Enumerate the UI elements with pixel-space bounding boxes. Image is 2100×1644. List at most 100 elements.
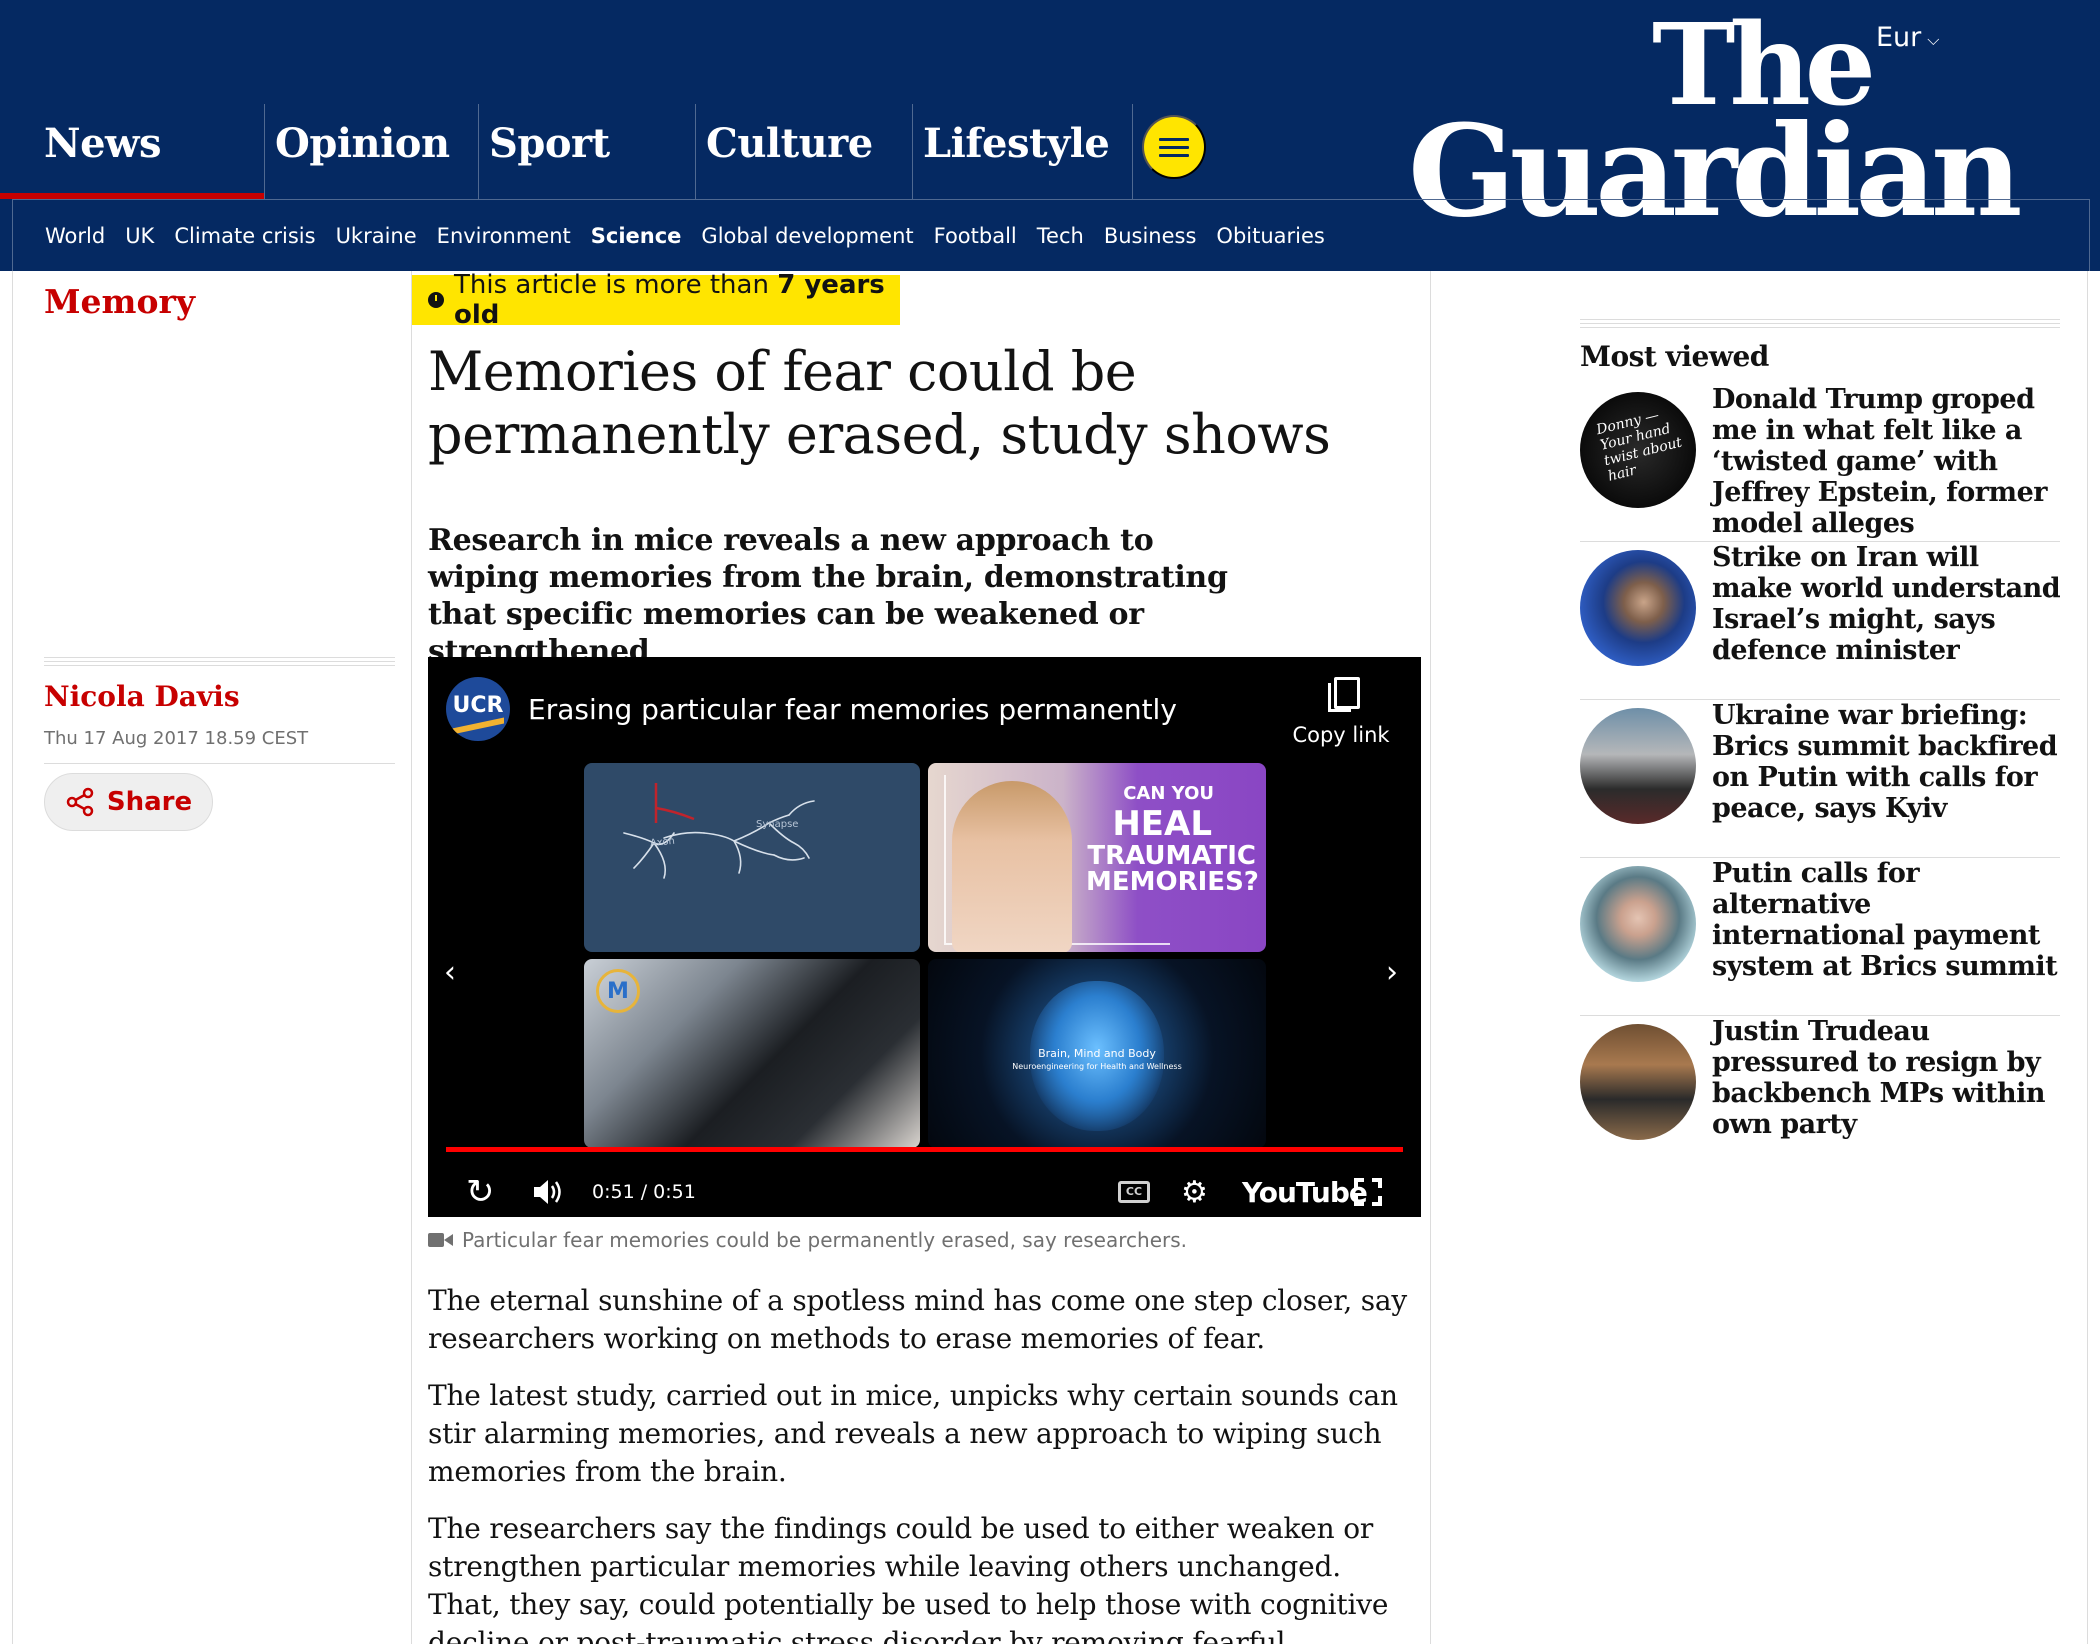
- subnav-climate-crisis[interactable]: Climate crisis: [174, 224, 315, 248]
- most-viewed-thumb: [1580, 866, 1696, 982]
- most-viewed-item[interactable]: Justin Trudeau pressured to resign by ba…: [1580, 1016, 2060, 1174]
- channel-badge: UCR: [452, 692, 504, 718]
- column-rule: [1430, 271, 1431, 1644]
- most-viewed-headline: Justin Trudeau pressured to resign by ba…: [1712, 1016, 2045, 1140]
- pillar-news-label: News: [44, 120, 161, 167]
- pillar-culture[interactable]: Culture: [696, 104, 913, 199]
- article-body: The eternal sunshine of a spotless mind …: [428, 1282, 1418, 1644]
- age-notice-text: This article is more than 7 years old: [454, 270, 900, 330]
- channel-avatar[interactable]: UCR: [446, 677, 510, 741]
- column-rule: [12, 271, 13, 1644]
- body-paragraph: The eternal sunshine of a spotless mind …: [428, 1284, 1408, 1355]
- pillar-nav: News Opinion Sport Culture Lifestyle: [0, 104, 1133, 199]
- most-viewed-thumb: Donny — Your hand twist about hair: [1580, 392, 1696, 508]
- thumb-line-3: TRAUMATIC MEMORIES?: [1086, 841, 1259, 897]
- most-viewed-thumb: [1580, 708, 1696, 824]
- body-paragraph: The latest study, carried out in mice, u…: [428, 1379, 1398, 1488]
- related-video-thumb[interactable]: Axon Synapse: [584, 763, 920, 952]
- chevron-right-icon[interactable]: ›: [1386, 955, 1398, 990]
- pillar-culture-label: Culture: [706, 120, 873, 167]
- section-tag-memory[interactable]: Memory: [44, 282, 195, 321]
- author-byline[interactable]: Nicola Davis: [44, 680, 240, 713]
- meta-divider: [44, 657, 395, 669]
- pillar-opinion-label: Opinion: [275, 120, 450, 167]
- chevron-left-icon[interactable]: ‹: [444, 955, 456, 990]
- thumb-overlay-text: CAN YOU HEAL TRAUMATIC MEMORIES?: [1086, 783, 1259, 897]
- fullscreen-icon[interactable]: [1354, 1167, 1382, 1217]
- most-viewed-list: Donny — Your hand twist about hair Donal…: [1580, 384, 2061, 1174]
- most-viewed-item[interactable]: Putin calls for alternative internationa…: [1580, 858, 2060, 1016]
- masthead: Eur ⌵ The Guardian News Opinion Sport Cu…: [0, 0, 2100, 271]
- share-button[interactable]: Share: [44, 773, 213, 831]
- sub-nav: World UK Climate crisis Ukraine Environm…: [12, 199, 2090, 271]
- most-viewed-headline: Donald Trump groped me in what felt like…: [1712, 384, 2048, 539]
- article-standfirst: Research in mice reveals a new approach …: [428, 523, 1228, 669]
- pillar-sport[interactable]: Sport: [479, 104, 696, 199]
- related-video-thumb[interactable]: M: [584, 959, 920, 1148]
- gear-icon[interactable]: ⚙: [1181, 1167, 1208, 1217]
- most-viewed-item[interactable]: Strike on Iran will make world understan…: [1580, 542, 2061, 700]
- share-icon: [66, 787, 94, 817]
- thumb-caption-line-1: Brain, Mind and Body: [1038, 1047, 1156, 1060]
- subnav-football[interactable]: Football: [934, 224, 1017, 248]
- menu-bar: [1159, 145, 1189, 149]
- publish-date: Thu 17 Aug 2017 18.59 CEST: [44, 728, 309, 749]
- cc-icon: CC: [1118, 1181, 1150, 1203]
- most-viewed-divider: [1580, 319, 2060, 331]
- subnav-environment[interactable]: Environment: [437, 224, 571, 248]
- most-viewed-thumb: [1580, 550, 1696, 666]
- copy-link-button[interactable]: Copy link: [1286, 677, 1396, 747]
- clock-icon: [428, 292, 444, 308]
- subnav-tech[interactable]: Tech: [1037, 224, 1084, 248]
- volume-icon[interactable]: [532, 1167, 564, 1217]
- speaker-svg: [534, 1180, 561, 1204]
- captions-button[interactable]: CC: [1118, 1167, 1150, 1217]
- subnav-global-development[interactable]: Global development: [701, 224, 913, 248]
- replay-icon[interactable]: ↻: [466, 1167, 495, 1217]
- thumb-channel-badge: M: [596, 969, 640, 1013]
- most-viewed-item[interactable]: Ukraine war briefing: Brics summit backf…: [1580, 700, 2060, 858]
- subnav-obituaries[interactable]: Obituaries: [1216, 224, 1324, 248]
- subnav-world[interactable]: World: [45, 224, 105, 248]
- related-video-thumb[interactable]: Brain, Mind and Body Neuroengineering fo…: [928, 959, 1266, 1148]
- player-controls: ↻ 0:51 / 0:51 CC ⚙ YouTube: [428, 1167, 1421, 1217]
- menu-button[interactable]: [1142, 115, 1206, 179]
- most-viewed-item[interactable]: Donny — Your hand twist about hair Donal…: [1580, 384, 2060, 542]
- menu-bar: [1159, 153, 1189, 157]
- video-player[interactable]: UCR Erasing particular fear memories per…: [428, 657, 1421, 1217]
- subnav-science[interactable]: Science: [591, 224, 682, 248]
- article-headline: Memories of fear could be permanently er…: [428, 340, 1331, 466]
- pillar-sport-label: Sport: [489, 120, 610, 167]
- menu-bar: [1159, 137, 1189, 141]
- related-video-thumb[interactable]: CAN YOU HEAL TRAUMATIC MEMORIES?: [928, 763, 1266, 952]
- video-caption: Particular fear memories could be perman…: [428, 1228, 1187, 1252]
- most-viewed-thumb: [1580, 1024, 1696, 1140]
- age-notice-prefix: This article is more than: [454, 270, 769, 300]
- video-title[interactable]: Erasing particular fear memories permane…: [528, 693, 1177, 726]
- thumb-caption: Brain, Mind and Body Neuroengineering fo…: [928, 1047, 1266, 1073]
- subnav-business[interactable]: Business: [1104, 224, 1197, 248]
- most-viewed-headline: Strike on Iran will make world understan…: [1712, 542, 2061, 666]
- youtube-logo[interactable]: YouTube: [1242, 1167, 1368, 1217]
- most-viewed-title: Most viewed: [1580, 340, 1769, 373]
- most-viewed-headline: Ukraine war briefing: Brics summit backf…: [1712, 700, 2058, 824]
- body-paragraph: The researchers say the findings could b…: [428, 1512, 1389, 1644]
- pillar-lifestyle-label: Lifestyle: [923, 120, 1110, 167]
- most-viewed-headline: Putin calls for alternative internationa…: [1712, 858, 2058, 982]
- article-age-notice: This article is more than 7 years old: [412, 270, 900, 330]
- thumb-synapse-label: Synapse: [756, 819, 799, 830]
- neuron-illustration: [623, 783, 815, 879]
- copy-icon: [1326, 677, 1360, 712]
- pillar-lifestyle[interactable]: Lifestyle: [913, 104, 1133, 199]
- progress-bar[interactable]: [446, 1147, 1403, 1152]
- pillar-news[interactable]: News: [0, 104, 265, 199]
- thumb-handwriting: Donny — Your hand twist about hair: [1594, 407, 1684, 485]
- subnav-uk[interactable]: UK: [125, 224, 154, 248]
- share-label: Share: [106, 787, 193, 817]
- thumb-line-2: HEAL: [1112, 804, 1212, 844]
- subnav-ukraine[interactable]: Ukraine: [336, 224, 417, 248]
- thumb-line-1: CAN YOU: [1123, 783, 1214, 804]
- meta-rule: [44, 763, 395, 764]
- pillar-opinion[interactable]: Opinion: [265, 104, 479, 199]
- thumb-caption-line-2: Neuroengineering for Health and Wellness: [1012, 1062, 1182, 1071]
